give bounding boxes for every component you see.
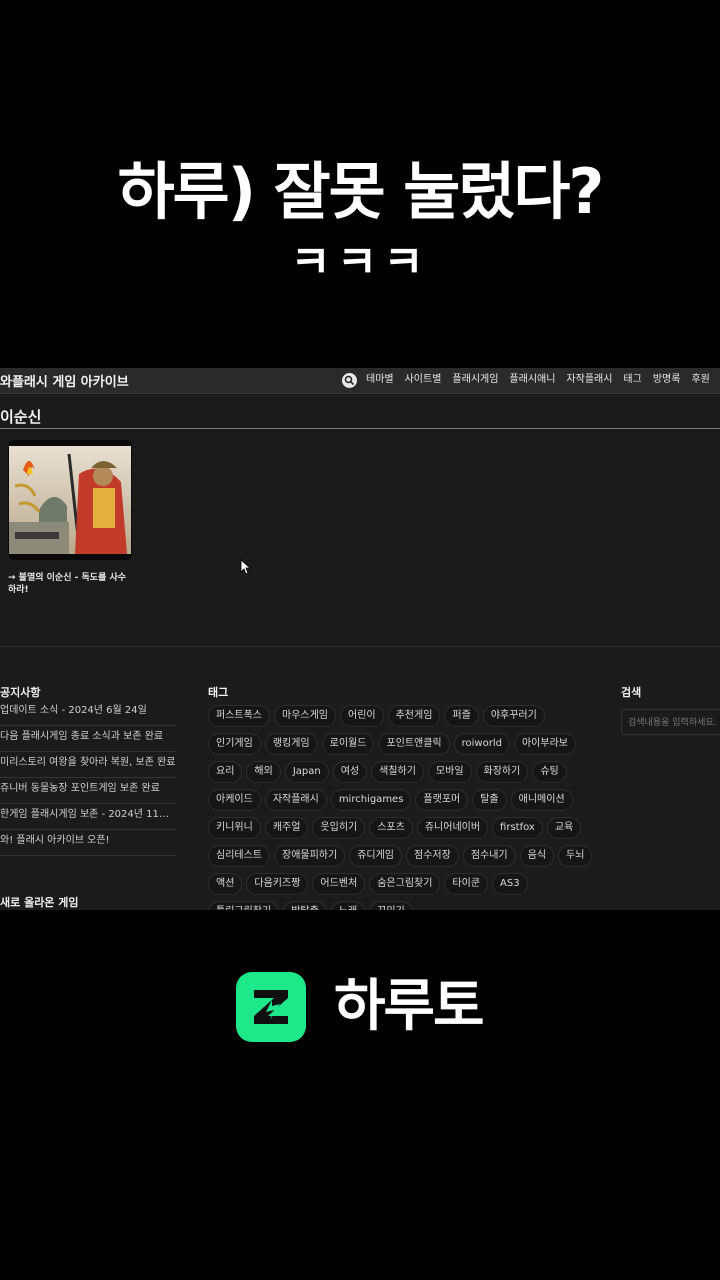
search-section-title: 검색 <box>621 686 642 699</box>
search-input[interactable] <box>622 711 720 735</box>
tag-chip[interactable]: 랭킹게임 <box>264 733 318 755</box>
tag-chip[interactable]: 요리 <box>208 761 243 783</box>
heading-divider <box>0 428 720 429</box>
tag-chip[interactable]: 액션 <box>208 873 243 895</box>
notice-item[interactable]: 다음 플래시게임 종료 소식과 보존 완료 <box>0 726 176 752</box>
tag-chip[interactable]: 숨은그림찾기 <box>369 873 441 895</box>
notice-item[interactable]: 쥬니버 동물농장 포인트게임 보존 완료 <box>0 778 176 804</box>
tag-chip[interactable]: 로이월드 <box>321 733 375 755</box>
tag-chip[interactable]: 스포츠 <box>369 817 413 839</box>
brand-watermark: 하루토 <box>236 972 485 1042</box>
tag-chip[interactable]: roiworld <box>453 733 510 755</box>
site-title-link[interactable]: 와플래시 게임 아카이브 <box>0 371 129 390</box>
tag-chip[interactable]: 쥬디게임 <box>349 845 403 867</box>
search-box <box>621 709 720 735</box>
tag-chip[interactable]: 슈팅 <box>532 761 567 783</box>
search-icon[interactable] <box>342 372 357 388</box>
page-title: 이순신 <box>0 408 42 426</box>
tag-chip[interactable]: 꾸미기 <box>369 901 413 910</box>
tag-chip[interactable]: 색칠하기 <box>371 761 424 783</box>
nav-item-guestbook[interactable]: 방명록 <box>653 371 681 389</box>
tag-chip[interactable]: 노래 <box>330 901 366 910</box>
tag-chip[interactable]: 틀린그림찾기 <box>208 901 280 910</box>
tag-chip[interactable]: 어드벤처 <box>312 873 366 895</box>
tag-chip[interactable]: 해외 <box>246 761 281 783</box>
notice-list: 업데이트 소식 - 2024년 6월 24일 다음 플래시게임 종료 소식과 보… <box>0 700 176 856</box>
mouse-cursor-icon <box>240 559 250 575</box>
brand-logo-icon <box>236 972 306 1042</box>
brand-name: 하루토 <box>334 974 485 1039</box>
screen-recording: 와플래시 게임 아카이브 테마별 사이트별 플래시게임 플래시애니 자작플래시 … <box>0 368 720 910</box>
site-header: 와플래시 게임 아카이브 테마별 사이트별 플래시게임 플래시애니 자작플래시 … <box>0 368 720 394</box>
tag-chip[interactable]: 여성 <box>332 761 368 783</box>
game-card[interactable] <box>8 440 132 560</box>
notice-item[interactable]: 업데이트 소식 - 2024년 6월 24일 <box>0 700 176 726</box>
tag-chip[interactable]: 교육 <box>546 817 582 839</box>
tag-list: 퍼스트폭스 마우스게임 어린이 추천게임 퍼즐 야후꾸러기인기게임 랭킹게임 로이월드 포인트앤… <box>208 705 600 910</box>
nav-item-theme[interactable]: 테마별 <box>366 371 394 389</box>
tag-chip[interactable]: 플랫포머 <box>415 789 469 811</box>
tag-chip[interactable]: 점수저장 <box>406 845 459 867</box>
notice-item[interactable]: 한게임 플래시게임 보존 - 2024년 11월 14일 <box>0 804 176 830</box>
nav-item-support[interactable]: 후원 <box>691 371 709 389</box>
nav-item-tag[interactable]: 태그 <box>623 371 641 389</box>
tag-chip[interactable]: 모바일 <box>427 761 472 783</box>
tag-section-title: 태그 <box>208 686 229 699</box>
tag-chip[interactable]: 두뇌 <box>558 845 593 867</box>
tag-chip[interactable]: 퍼즐 <box>444 705 479 727</box>
tag-chip[interactable]: 심리테스트 <box>208 845 270 867</box>
tag-chip[interactable]: Japan <box>284 761 329 783</box>
nav-item-self-made[interactable]: 자작플래시 <box>566 371 612 389</box>
tag-chip[interactable]: mirchigames <box>330 789 412 811</box>
video-caption-subtitle: ㅋㅋㅋ <box>290 237 430 288</box>
game-thumbnail[interactable] <box>9 446 131 554</box>
tag-chip[interactable]: 야후꾸러기 <box>482 705 545 727</box>
tag-chip[interactable]: 아이부라보 <box>513 733 576 755</box>
new-games-section-title: 새로 올라온 게임 <box>0 896 79 909</box>
nav-item-flash-game[interactable]: 플래시게임 <box>452 371 498 389</box>
video-caption-title: 하루) 잘못 눌렀다? <box>117 155 605 228</box>
tag-chip[interactable]: 웃입히기 <box>312 817 366 839</box>
tag-chip[interactable]: 탈출 <box>472 789 507 811</box>
tag-chip[interactable]: AS3 <box>492 873 528 895</box>
game-title-link[interactable]: → 불멸의 이순신 - 독도를 사수하라! <box>8 572 134 596</box>
tag-chip[interactable]: 퍼스트폭스 <box>208 705 270 727</box>
tag-chip[interactable]: 쥬니어네이버 <box>416 817 489 839</box>
site-nav: 테마별 사이트별 플래시게임 플래시애니 자작플래시 태그 방명록 후원 세이 <box>342 371 720 389</box>
tag-chip[interactable]: 마우스게임 <box>274 705 336 727</box>
tag-chip[interactable]: 추천게임 <box>387 705 441 727</box>
tag-chip[interactable]: 타이쿤 <box>444 873 489 895</box>
notice-item[interactable]: 와! 플래시 아카이브 오픈! <box>0 830 176 856</box>
tag-chip[interactable]: 방탈출 <box>283 901 327 910</box>
tag-chip[interactable]: firstfox <box>492 817 543 839</box>
footer-divider <box>0 646 720 647</box>
tag-chip[interactable]: 인기게임 <box>208 733 261 755</box>
tag-chip[interactable]: 점수내기 <box>462 845 516 867</box>
tag-chip[interactable]: 키니위니 <box>208 817 261 839</box>
notice-item[interactable]: 미리스토리 여왕을 찾아라 복원, 보존 완료 <box>0 752 176 778</box>
tag-chip[interactable]: 애니메이션 <box>510 789 573 811</box>
tag-chip[interactable]: 아케이드 <box>208 789 261 811</box>
tag-chip[interactable]: 장애물피하기 <box>274 845 346 867</box>
tag-chip[interactable]: 자작플래시 <box>264 789 327 811</box>
tag-chip[interactable]: 포인트앤클릭 <box>378 733 450 755</box>
notice-section-title: 공지사항 <box>0 686 41 699</box>
tag-chip[interactable]: 캐주얼 <box>264 817 309 839</box>
tag-chip[interactable]: 어린이 <box>340 705 384 727</box>
nav-item-site[interactable]: 사이트별 <box>405 371 442 389</box>
tag-chip[interactable]: 다음키즈짱 <box>246 873 309 895</box>
tag-chip[interactable]: 음식 <box>519 845 555 867</box>
tag-chip[interactable]: 화장하기 <box>475 761 529 783</box>
nav-item-flash-ani[interactable]: 플래시애니 <box>509 371 555 389</box>
